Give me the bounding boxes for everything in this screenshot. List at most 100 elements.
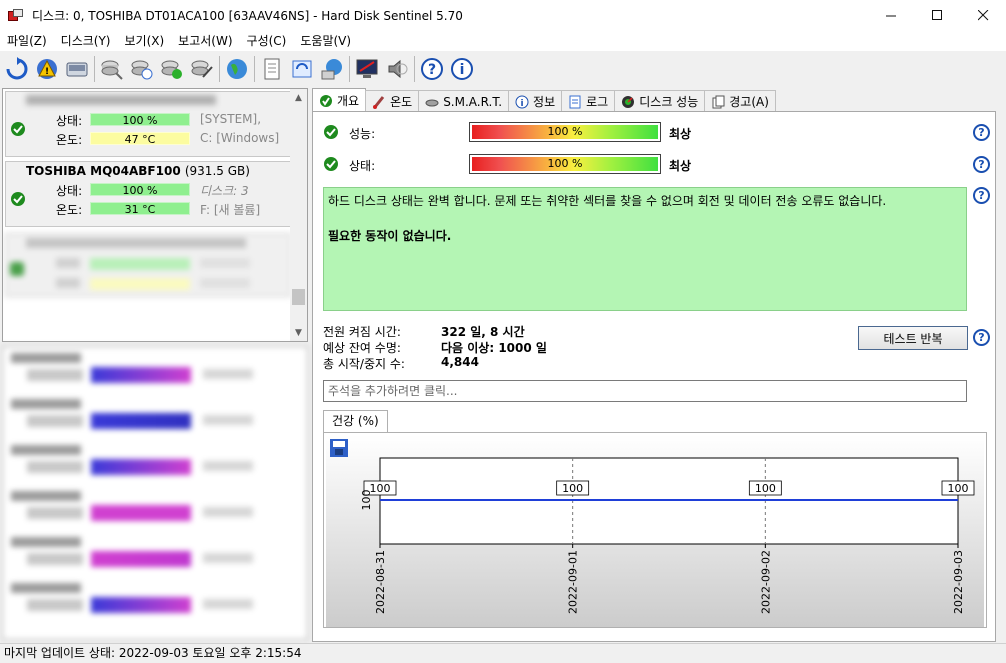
volume-item[interactable] — [7, 351, 297, 395]
scroll-thumb[interactable] — [292, 289, 305, 305]
globe-icon — [227, 59, 247, 79]
temp-bar: 31 °C — [90, 202, 190, 216]
toolbar-separator — [349, 56, 350, 82]
menu-view[interactable]: 보기(X) — [118, 31, 172, 51]
volume-item[interactable] — [7, 443, 297, 487]
disk-name — [6, 92, 290, 110]
performance-row: 성능: 100 % 최상 — [323, 122, 993, 142]
disk-info-button[interactable] — [64, 55, 90, 83]
close-button[interactable] — [960, 0, 1006, 31]
web-button[interactable] — [224, 55, 250, 83]
disk-card-2[interactable] — [5, 233, 291, 297]
minimize-icon — [885, 15, 896, 17]
tab-health-chart[interactable]: 건강 (%) — [323, 410, 388, 432]
repeat-test-button[interactable]: 테스트 반복 — [858, 326, 968, 350]
check-icon — [324, 125, 338, 139]
disk-list-scrollbar[interactable]: ▲ ▼ — [290, 89, 307, 341]
temp-bar: 47 °C — [90, 132, 190, 146]
temp-label: 온도: — [56, 203, 83, 217]
volume-item[interactable] — [7, 397, 297, 441]
volume-list — [2, 346, 308, 640]
disk-test-button[interactable] — [99, 55, 125, 83]
health-bar: 100 % — [469, 154, 661, 174]
info-icon: i — [451, 58, 473, 80]
disk-info: 디스크: 3 — [200, 184, 249, 198]
tab-log[interactable]: 로그 — [561, 90, 616, 112]
disk-info: [SYSTEM], — [200, 112, 262, 126]
alert-settings-button[interactable]: ! — [34, 55, 60, 83]
svg-text:i: i — [460, 62, 465, 78]
volume-item[interactable] — [7, 581, 297, 625]
save-chart-button[interactable] — [330, 439, 348, 457]
info-icon: i — [515, 95, 529, 109]
disk-schedule-button[interactable] — [129, 55, 155, 83]
x-tick-label: 2022-08-31 — [374, 550, 387, 614]
sound-button[interactable] — [384, 55, 410, 83]
refresh-icon — [6, 57, 28, 80]
menu-help[interactable]: 도움말(V) — [293, 31, 358, 51]
disk-test-icon — [101, 60, 123, 80]
gauge-icon — [622, 95, 635, 108]
tab-temperature[interactable]: 온도 — [365, 90, 420, 112]
smart-icon — [425, 99, 439, 106]
comment-input[interactable]: 주석을 추가하려면 클릭... — [323, 380, 967, 402]
help-icon[interactable]: ? — [973, 124, 990, 141]
maximize-icon — [931, 10, 942, 20]
speaker-icon — [388, 59, 408, 79]
hard-disk-icon — [66, 62, 88, 77]
overview-panel: 성능: 100 % 최상 ? 상태: 100 % 최상 ? 하드 디스크 상태는… — [312, 111, 996, 642]
disk-card-1[interactable]: TOSHIBA MQ04ABF100 (931.5 GB) 상태: 100 % … — [5, 161, 291, 227]
temp-label: 온도: — [56, 133, 83, 147]
monitor-button[interactable] — [354, 55, 380, 83]
disk-wrench-icon — [191, 60, 213, 78]
tab-performance[interactable]: 디스크 성능 — [614, 90, 706, 112]
menu-file[interactable]: 파일(Z) — [0, 31, 54, 51]
toolbar-separator — [414, 56, 415, 82]
menu-report[interactable]: 보고서(W) — [171, 31, 239, 51]
volume-item[interactable] — [7, 535, 297, 579]
log-icon — [569, 95, 581, 108]
maximize-button[interactable] — [914, 0, 960, 31]
about-button[interactable]: i — [449, 55, 475, 83]
performance-bar: 100 % — [469, 122, 661, 142]
refresh-button[interactable] — [4, 55, 30, 83]
thermometer-icon — [373, 95, 385, 109]
disk-tool-button[interactable] — [189, 55, 215, 83]
menu-bar: 파일(Z) 디스크(Y) 보기(X) 보고서(W) 구성(C) 도움말(V) — [0, 31, 1006, 51]
svg-text:i: i — [521, 99, 524, 109]
help-button[interactable]: ? — [419, 55, 445, 83]
disk-ok-button[interactable] — [159, 55, 185, 83]
check-icon — [320, 94, 332, 107]
x-tick-label: 2022-09-03 — [952, 550, 965, 614]
health-label: 상태: — [349, 159, 376, 173]
title-bar: 디스크: 0, TOSHIBA DT01ACA100 [63AAV46NS] -… — [0, 0, 1006, 31]
volume-item[interactable] — [7, 489, 297, 533]
menu-config[interactable]: 구성(C) — [240, 31, 294, 51]
minimize-button[interactable] — [868, 0, 914, 31]
toolbar-separator — [94, 56, 95, 82]
toolbar-separator — [219, 56, 220, 82]
alert-gear-icon: ! — [37, 59, 57, 79]
tab-strip: 개요 온도 S.M.A.R.T. i 정보 로그 디스크 성능 경고(A) — [312, 88, 776, 112]
scroll-down-button[interactable]: ▼ — [290, 324, 307, 341]
help-icon[interactable]: ? — [973, 329, 990, 346]
network-button[interactable] — [319, 55, 345, 83]
data-label: 100 — [948, 482, 969, 495]
sync-icon — [292, 60, 312, 78]
help-icon[interactable]: ? — [973, 187, 990, 204]
menu-disk[interactable]: 디스크(Y) — [54, 31, 118, 51]
help-icon[interactable]: ? — [973, 156, 990, 173]
tab-alerts[interactable]: 경고(A) — [704, 90, 776, 112]
report-button[interactable] — [259, 55, 285, 83]
disk-card-0[interactable]: 상태: 100 % [SYSTEM], 온도: 47 °C C: [Window… — [5, 91, 291, 157]
performance-rating: 최상 — [669, 127, 692, 141]
tab-info[interactable]: i 정보 — [508, 90, 563, 112]
performance-value: 100 % — [472, 125, 658, 139]
sync-button[interactable] — [289, 55, 315, 83]
disk-status-row: 상태: 100 % [SYSTEM], — [6, 110, 290, 129]
health-rating: 최상 — [669, 159, 692, 173]
tab-smart[interactable]: S.M.A.R.T. — [418, 90, 510, 112]
tab-overview[interactable]: 개요 — [312, 88, 367, 112]
disk-status-row: 상태: 100 % 디스크: 3 — [6, 180, 290, 199]
scroll-up-button[interactable]: ▲ — [290, 89, 307, 106]
